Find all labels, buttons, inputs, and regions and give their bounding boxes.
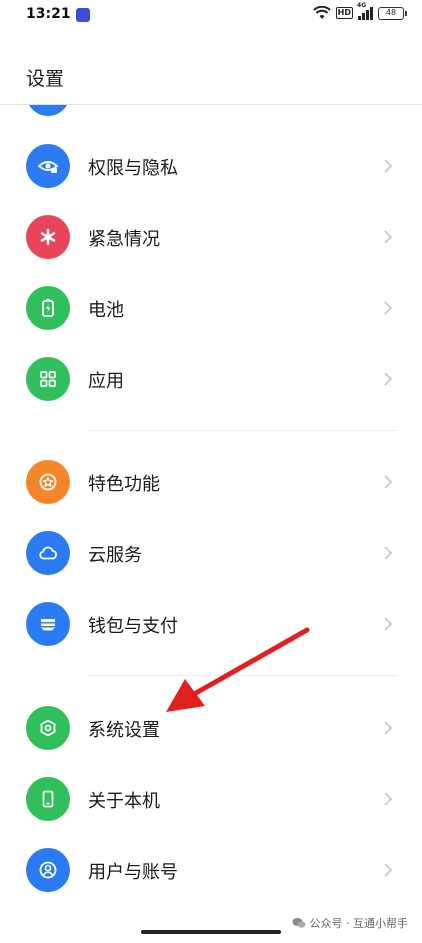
network-label: 4G bbox=[357, 2, 367, 9]
chevron-right-icon bbox=[384, 792, 393, 806]
wechat-icon bbox=[292, 918, 305, 928]
user-icon bbox=[26, 848, 70, 892]
menu-item-system[interactable]: 系统设置 bbox=[0, 698, 422, 758]
menu-item-emergency[interactable]: 紧急情况 bbox=[0, 207, 422, 267]
signal-icon: 4G bbox=[357, 2, 373, 20]
menu-item-label: 系统设置 bbox=[88, 720, 160, 741]
page-title: 设置 bbox=[26, 68, 65, 90]
chevron-right-icon bbox=[384, 372, 393, 386]
menu-item-privacy[interactable]: 权限与隐私 bbox=[0, 136, 422, 196]
menu-item-label: 权限与隐私 bbox=[88, 158, 178, 179]
menu-item-label: 电池 bbox=[88, 300, 124, 321]
notification-icon bbox=[76, 8, 90, 22]
header-divider bbox=[0, 104, 422, 105]
chevron-right-icon bbox=[384, 301, 393, 315]
battery-level: 48 bbox=[378, 6, 407, 20]
menu-item-account[interactable]: 用户与账号 bbox=[0, 840, 422, 900]
status-bar: 13:21 HD 4G 48 bbox=[0, 0, 422, 34]
menu-item-label: 用户与账号 bbox=[88, 862, 178, 883]
watermark: 公众号 · 互通小帮手 bbox=[292, 915, 409, 931]
star-icon bbox=[26, 460, 70, 504]
menu-item-apps[interactable]: 应用 bbox=[0, 349, 422, 409]
menu-item-label: 紧急情况 bbox=[88, 229, 160, 250]
wifi-icon bbox=[312, 6, 331, 19]
chevron-right-icon bbox=[384, 475, 393, 489]
menu-item-battery[interactable]: 电池 bbox=[0, 278, 422, 338]
home-indicator[interactable] bbox=[141, 930, 281, 934]
menu-item-label: 特色功能 bbox=[88, 474, 160, 495]
grid-icon bbox=[26, 357, 70, 401]
chevron-right-icon bbox=[384, 230, 393, 244]
menu-item-label: 钱包与支付 bbox=[88, 616, 178, 637]
chevron-right-icon bbox=[384, 546, 393, 560]
chevron-right-icon bbox=[384, 721, 393, 735]
status-indicators: HD 4G 48 bbox=[312, 2, 407, 20]
menu-item-label: 应用 bbox=[88, 371, 124, 392]
menu-item-about[interactable]: 关于本机 bbox=[0, 769, 422, 829]
chevron-right-icon bbox=[384, 617, 393, 631]
asterisk-icon bbox=[26, 215, 70, 259]
menu-item-wallet[interactable]: 钱包与支付 bbox=[0, 594, 422, 654]
hexagon-icon bbox=[26, 706, 70, 750]
section-divider bbox=[88, 430, 396, 431]
menu-item-label: 关于本机 bbox=[88, 791, 160, 812]
battery-icon bbox=[26, 286, 70, 330]
watermark-text: 公众号 · 互通小帮手 bbox=[309, 917, 409, 930]
section-divider bbox=[88, 675, 396, 676]
chevron-right-icon bbox=[384, 159, 393, 173]
cloud-icon bbox=[26, 531, 70, 575]
menu-item-cloud[interactable]: 云服务 bbox=[0, 523, 422, 583]
menu-item-features[interactable]: 特色功能 bbox=[0, 452, 422, 512]
status-time: 13:21 bbox=[26, 6, 71, 22]
chevron-right-icon bbox=[384, 863, 393, 877]
phone-icon bbox=[26, 777, 70, 821]
menu-item-label: 云服务 bbox=[88, 545, 142, 566]
eye-lock-icon bbox=[26, 144, 70, 188]
wallet-icon bbox=[26, 602, 70, 646]
hd-badge: HD bbox=[335, 7, 353, 19]
